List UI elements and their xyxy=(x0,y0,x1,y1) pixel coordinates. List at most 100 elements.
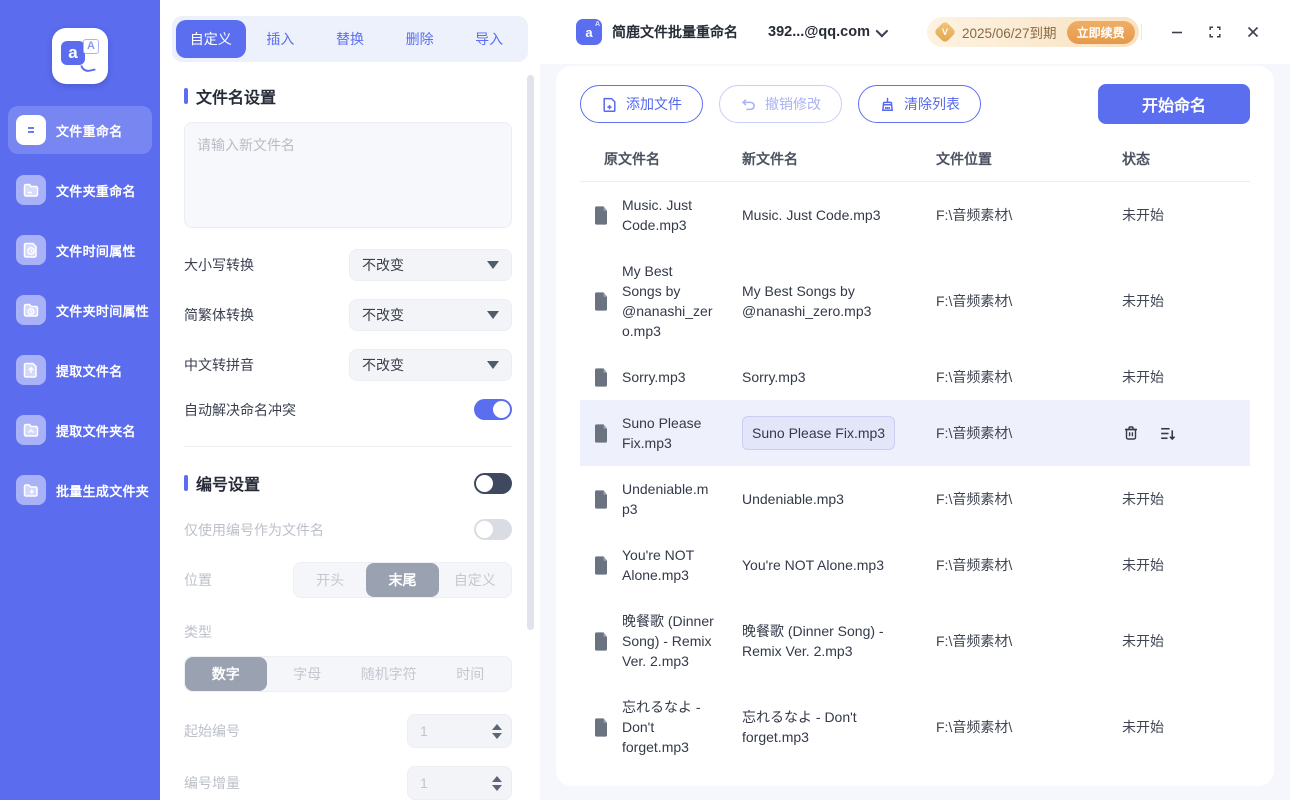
toolbar: 添加文件 撤销修改 清除列表 开始命名 xyxy=(580,84,1250,124)
type-option-0[interactable]: 数字 xyxy=(185,657,267,691)
sidebar-item-0[interactable]: 文件重命名 xyxy=(8,106,152,154)
app-logo: a A xyxy=(0,0,160,106)
sidebar-item-2[interactable]: 文件时间属性 xyxy=(8,226,152,274)
vip-expiry-text: 2025/06/27到期 xyxy=(961,26,1057,41)
vip-gem-icon: V xyxy=(933,20,957,44)
table-row-5[interactable]: You're NOT Alone.mp3 You're NOT Alone.mp3… xyxy=(580,532,1250,598)
list-down-icon[interactable] xyxy=(1158,424,1177,443)
only-number-row: 仅使用编号作为文件名 xyxy=(184,519,512,540)
window-title: 简鹿文件批量重命名 xyxy=(612,24,738,40)
select-dropdown-1[interactable]: 不改变 xyxy=(349,299,512,331)
sidebar-item-4[interactable]: 提取文件名 xyxy=(8,346,152,394)
filename-section-header: 文件名设置 xyxy=(184,84,512,108)
type-row: 类型 数字 字母 随机字符 时间 xyxy=(184,622,512,692)
stepper-arrows-icon[interactable] xyxy=(492,723,502,739)
section-accent-bar xyxy=(184,475,188,491)
tab-4[interactable]: 导入 xyxy=(454,20,524,58)
position-option-2[interactable]: 自定义 xyxy=(439,563,511,597)
start-rename-button[interactable]: 开始命名 xyxy=(1098,84,1250,124)
position-option-0[interactable]: 开头 xyxy=(294,563,366,597)
new-filename: 忘れるなよ - Don't forget.mp3 xyxy=(742,709,857,745)
extract-folder-icon xyxy=(16,415,46,445)
status-cell: 未开始 xyxy=(1110,367,1250,387)
status-text: 未开始 xyxy=(1122,207,1164,223)
numbering-toggle[interactable] xyxy=(474,472,512,494)
tab-2[interactable]: 替换 xyxy=(315,20,385,58)
sidebar-nav: 文件重命名文件夹重命名 文件时间属性文件夹时间属性提取文件名提取文件夹名 批量生成文… xyxy=(0,106,160,514)
account-menu[interactable]: 392...@qq.com xyxy=(768,24,889,40)
select-row-0: 大小写转换 不改变 xyxy=(184,249,512,281)
file-doc-icon xyxy=(580,205,622,225)
start-number-stepper[interactable]: 1 xyxy=(407,714,512,748)
only-number-label: 仅使用编号作为文件名 xyxy=(184,521,324,538)
type-segment: 数字 字母 随机字符 时间 xyxy=(184,656,512,692)
column-header-1: 新文件名 xyxy=(742,150,798,167)
original-filename: Music. Just Code.mp3 xyxy=(622,197,693,233)
file-table: Music. Just Code.mp3 Music. Just Code.mp3… xyxy=(580,182,1250,786)
clear-list-button[interactable]: 清除列表 xyxy=(858,85,981,123)
type-label: 类型 xyxy=(184,624,212,640)
file-time-icon xyxy=(16,235,46,265)
undo-icon xyxy=(742,98,755,110)
position-option-1[interactable]: 末尾 xyxy=(366,563,439,597)
account-email: 392...@qq.com xyxy=(768,24,870,40)
undo-button[interactable]: 撤销修改 xyxy=(719,85,842,123)
tab-1[interactable]: 插入 xyxy=(246,20,316,58)
minimize-icon[interactable] xyxy=(1162,17,1192,47)
status-cell: 未开始 xyxy=(1110,205,1250,225)
sidebar-item-3[interactable]: 文件夹时间属性 xyxy=(8,286,152,334)
type-option-1[interactable]: 字母 xyxy=(267,657,349,691)
file-location: F:\音频素材\ xyxy=(936,491,1013,507)
new-filename: Sorry.mp3 xyxy=(742,369,806,385)
new-filename-input[interactable] xyxy=(184,122,512,228)
new-filename: You're NOT Alone.mp3 xyxy=(742,557,884,573)
table-row-1[interactable]: My Best Songs by @nanashi_zero.mp3 My Bes… xyxy=(580,248,1250,354)
sidebar-item-label: 文件夹时间属性 xyxy=(56,303,150,319)
column-header-2: 文件位置 xyxy=(936,150,992,167)
tab-3[interactable]: 删除 xyxy=(385,20,455,58)
table-row-6[interactable]: 晚餐歌 (Dinner Song) - Remix Ver. 2.mp3 晚餐歌 … xyxy=(580,598,1250,684)
trash-icon[interactable] xyxy=(1122,424,1140,442)
new-filename: Music. Just Code.mp3 xyxy=(742,207,881,223)
sidebar-item-5[interactable]: 提取文件夹名 xyxy=(8,406,152,454)
panel-scrollbar[interactable] xyxy=(527,75,534,630)
stepper-arrows-icon[interactable] xyxy=(492,775,502,791)
select-label: 简繁体转换 xyxy=(184,307,254,323)
file-doc-icon xyxy=(580,367,622,387)
table-row-2[interactable]: Sorry.mp3 Sorry.mp3 F:\音频素材\ 未开始 xyxy=(580,354,1250,400)
conversion-selects: 大小写转换 不改变 简繁体转换 不改变 中文转拼音 不改变 xyxy=(184,249,512,381)
file-location: F:\音频素材\ xyxy=(936,557,1013,573)
only-number-toggle[interactable] xyxy=(474,519,512,540)
main-area: a A 简鹿文件批量重命名 392...@qq.com V 2025/06/27… xyxy=(540,0,1290,800)
table-header: 原文件名 新文件名 文件位置 状态 xyxy=(580,136,1250,182)
file-location: F:\音频素材\ xyxy=(936,633,1013,649)
status-cell: 未开始 xyxy=(1110,291,1250,311)
select-dropdown-2[interactable]: 不改变 xyxy=(349,349,512,381)
tab-0[interactable]: 自定义 xyxy=(176,20,246,58)
type-option-3[interactable]: 时间 xyxy=(430,657,512,691)
auto-conflict-toggle[interactable] xyxy=(474,399,512,420)
maximize-icon[interactable] xyxy=(1200,17,1230,47)
select-value: 不改变 xyxy=(362,357,404,373)
logo-letter-main: a xyxy=(61,41,85,65)
auto-conflict-label: 自动解决命名冲突 xyxy=(184,401,296,418)
add-files-button[interactable]: 添加文件 xyxy=(580,85,703,123)
table-row-0[interactable]: Music. Just Code.mp3 Music. Just Code.mp3… xyxy=(580,182,1250,248)
close-icon[interactable] xyxy=(1238,17,1268,47)
sidebar-item-1[interactable]: 文件夹重命名 xyxy=(8,166,152,214)
table-row-4[interactable]: Undeniable.mp3 Undeniable.mp3 F:\音频素材\ 未开始 xyxy=(580,466,1250,532)
table-row-7[interactable]: 忘れるなよ - Don't forget.mp3 忘れるなよ - Don't fo… xyxy=(580,684,1250,770)
type-option-2[interactable]: 随机字符 xyxy=(348,657,430,691)
renew-button[interactable]: 立即续费 xyxy=(1066,20,1135,44)
auto-conflict-row: 自动解决命名冲突 xyxy=(184,399,512,420)
original-filename: Suno Please Fix.mp3 xyxy=(622,415,702,451)
table-row-3[interactable]: Suno Please Fix.mp3 Suno Please Fix.mp3 F:… xyxy=(580,400,1250,466)
status-text: 未开始 xyxy=(1122,633,1164,649)
titlebar-app-icon: a A xyxy=(576,19,602,45)
sidebar-item-6[interactable]: 批量生成文件夹 xyxy=(8,466,152,514)
new-filename-editbox[interactable]: Suno Please Fix.mp3 xyxy=(742,416,896,450)
select-dropdown-0[interactable]: 不改变 xyxy=(349,249,512,281)
increment-stepper[interactable]: 1 xyxy=(407,766,512,800)
app-window: a A 文件重命名文件夹重命名 文件时间属性文件夹时间属性提取文件名提取文件夹名批… xyxy=(0,0,1290,800)
select-value: 不改变 xyxy=(362,257,404,273)
